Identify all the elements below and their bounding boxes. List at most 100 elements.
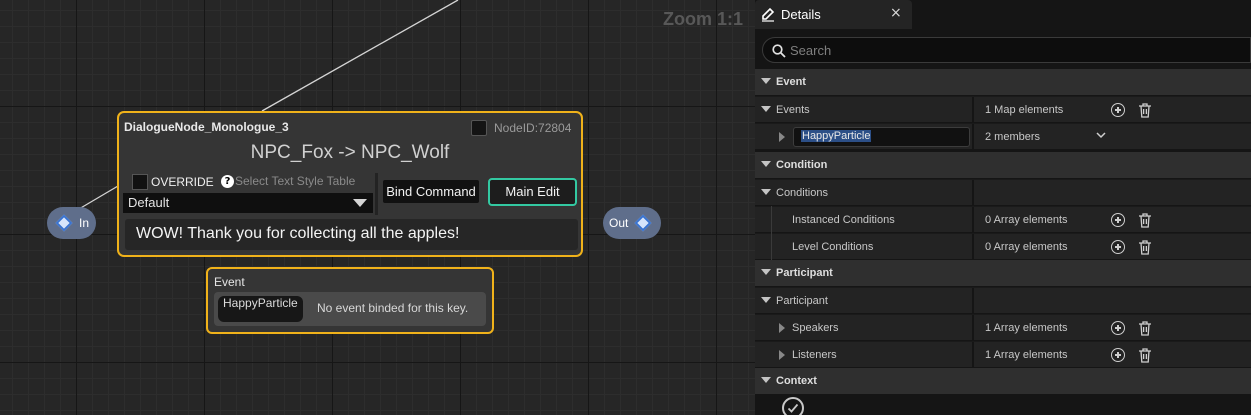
category-condition[interactable]: Condition xyxy=(755,152,1251,178)
search-box[interactable] xyxy=(762,37,1251,63)
details-tab[interactable]: Details × xyxy=(755,0,912,29)
node-id: NodeID:72804 xyxy=(494,121,572,135)
column-separator xyxy=(972,207,974,232)
column-separator xyxy=(972,315,974,340)
zoom-label: Zoom 1:1 xyxy=(662,9,743,29)
column-separator xyxy=(972,180,974,205)
category-context[interactable]: Context xyxy=(755,368,1251,394)
property-label: Events xyxy=(776,104,810,116)
map-key-text: HappyParticle xyxy=(801,130,872,142)
property-instanced-conditions: Instanced Conditions 0 Array elements xyxy=(755,206,1251,232)
category-label: Context xyxy=(776,375,817,387)
input-pin[interactable]: In xyxy=(47,207,96,239)
expand-caret-icon[interactable] xyxy=(761,297,771,303)
chevron-down-icon[interactable] xyxy=(1096,130,1106,140)
property-label: Conditions xyxy=(776,187,828,199)
category-event[interactable]: Event xyxy=(755,69,1251,95)
node-checkbox[interactable] xyxy=(471,120,487,136)
event-key-badge: HappyParticle xyxy=(218,296,303,322)
column-separator xyxy=(972,124,974,149)
override-checkbox[interactable] xyxy=(132,174,148,190)
property-listeners: Listeners 1 Array elements xyxy=(755,341,1251,367)
property-events: Events 1 Map elements xyxy=(755,96,1251,122)
property-participant: Participant xyxy=(755,287,1251,313)
tree-guide-line xyxy=(771,206,772,260)
event-node[interactable]: Event HappyParticle No event binded for … xyxy=(206,267,494,334)
main-edit-button[interactable]: Main Edit xyxy=(488,178,577,206)
pencil-icon xyxy=(762,7,775,22)
category-label: Condition xyxy=(776,159,828,171)
search-icon xyxy=(772,44,786,58)
column-separator xyxy=(972,234,974,259)
details-tab-label: Details xyxy=(781,7,821,22)
output-pin[interactable]: Out xyxy=(603,207,661,239)
help-icon[interactable]: ? xyxy=(221,175,234,188)
expand-caret-icon[interactable] xyxy=(761,106,771,112)
dialogue-text[interactable]: WOW! Thank you for collecting all the ap… xyxy=(125,219,578,250)
property-value: 1 Map elements xyxy=(985,104,1064,116)
property-label: Participant xyxy=(776,295,828,307)
property-level-conditions: Level Conditions 0 Array elements xyxy=(755,233,1251,259)
category-participant[interactable]: Participant xyxy=(755,260,1251,286)
event-node-title: Event xyxy=(214,275,245,289)
property-label: Speakers xyxy=(792,322,839,334)
pin-diamond-icon xyxy=(634,214,652,232)
expand-arrow-icon[interactable] xyxy=(779,132,785,142)
text-style-dropdown[interactable]: Default xyxy=(123,193,373,213)
map-key-input[interactable]: HappyParticle xyxy=(793,127,970,147)
expand-arrow-icon[interactable] xyxy=(779,323,785,333)
property-value: 1 Array elements xyxy=(985,322,1068,334)
search-input[interactable] xyxy=(790,41,1230,59)
check-circle-icon[interactable] xyxy=(782,397,804,415)
add-element-icon[interactable] xyxy=(1111,103,1125,117)
divider xyxy=(375,173,378,215)
category-label: Participant xyxy=(776,267,833,279)
bind-command-button[interactable]: Bind Command xyxy=(383,180,479,203)
pin-diamond-icon xyxy=(55,214,73,232)
output-pin-label: Out xyxy=(609,216,629,230)
dropdown-arrow-icon xyxy=(353,199,367,207)
close-icon[interactable]: × xyxy=(890,5,902,21)
node-title: DialogueNode_Monologue_3 xyxy=(124,120,289,134)
property-value: 2 members xyxy=(985,131,1041,143)
checkmark-icon xyxy=(787,403,799,413)
details-panel: Details × Event Events 1 Map elements xyxy=(755,0,1251,415)
add-element-icon[interactable] xyxy=(1111,213,1125,227)
trash-icon[interactable] xyxy=(1138,103,1152,118)
text-style-label: Select Text Style Table xyxy=(235,174,356,188)
column-separator xyxy=(972,97,974,122)
property-happy-particle: HappyParticle 2 members xyxy=(755,123,1251,149)
trash-icon[interactable] xyxy=(1138,321,1152,336)
editor-root: Zoom 1:1 In Out DialogueNode_Monologue_3… xyxy=(0,0,1251,415)
add-element-icon[interactable] xyxy=(1111,240,1125,254)
speaker-line: NPC_Fox -> NPC_Wolf xyxy=(250,142,450,163)
text-style-value: Default xyxy=(128,195,170,210)
override-label: OVERRIDE xyxy=(151,175,214,189)
trash-icon[interactable] xyxy=(1138,348,1152,363)
event-message: No event binded for this key. xyxy=(317,301,469,315)
property-value: 1 Array elements xyxy=(985,349,1068,361)
column-separator xyxy=(972,288,974,313)
property-value: 0 Array elements xyxy=(985,214,1068,226)
expand-caret-icon xyxy=(761,161,771,167)
expand-caret-icon[interactable] xyxy=(761,189,771,195)
input-pin-label: In xyxy=(79,216,90,230)
property-value: 0 Array elements xyxy=(985,241,1068,253)
category-label: Event xyxy=(776,76,806,88)
graph-canvas[interactable]: Zoom 1:1 In Out DialogueNode_Monologue_3… xyxy=(0,0,755,415)
property-speakers: Speakers 1 Array elements xyxy=(755,314,1251,340)
property-label: Level Conditions xyxy=(792,241,874,253)
trash-icon[interactable] xyxy=(1138,213,1152,228)
add-element-icon[interactable] xyxy=(1111,348,1125,362)
expand-caret-icon xyxy=(761,78,771,84)
expand-arrow-icon[interactable] xyxy=(779,350,785,360)
property-conditions: Conditions xyxy=(755,179,1251,205)
expand-caret-icon xyxy=(761,377,771,383)
property-label: Listeners xyxy=(792,349,837,361)
trash-icon[interactable] xyxy=(1138,240,1152,255)
dialogue-node[interactable]: DialogueNode_Monologue_3 NodeID:72804 NP… xyxy=(117,111,583,257)
property-label: Instanced Conditions xyxy=(792,214,895,226)
add-element-icon[interactable] xyxy=(1111,321,1125,335)
column-separator xyxy=(972,342,974,367)
expand-caret-icon xyxy=(761,269,771,275)
